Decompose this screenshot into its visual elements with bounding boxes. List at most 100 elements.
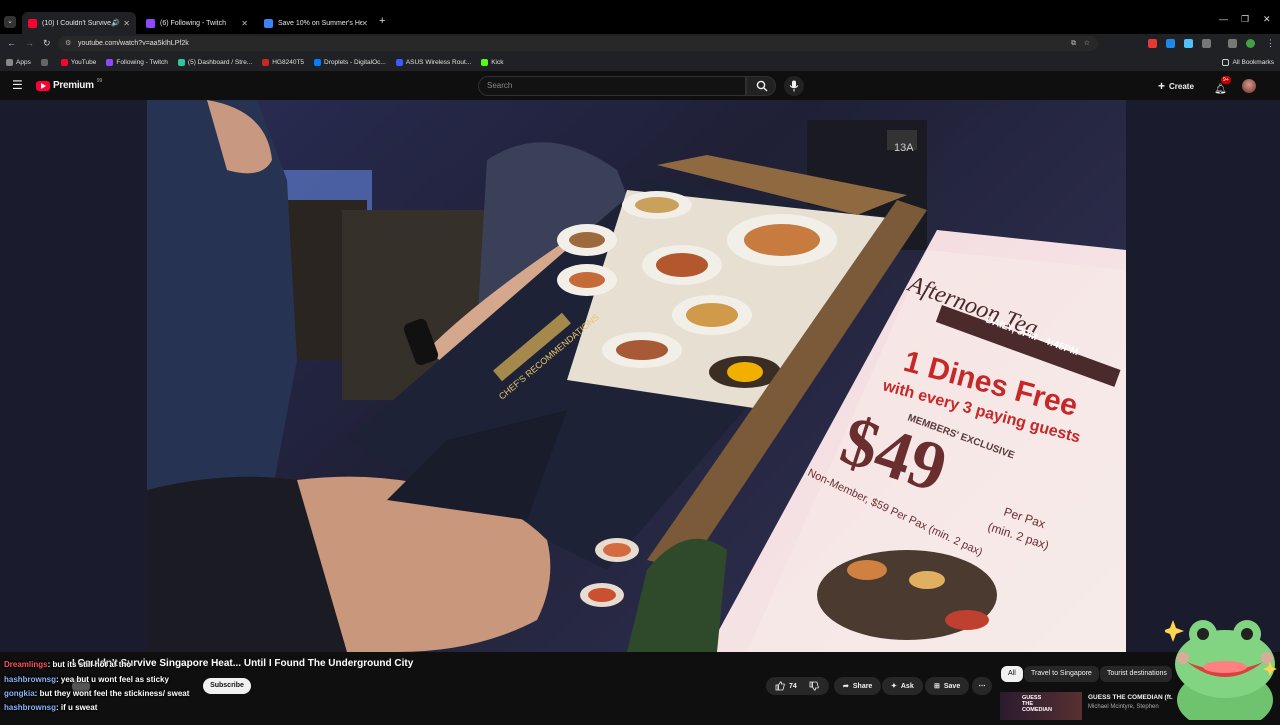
recommended-title: GUESS THE COMEDIAN (ft. — [1088, 694, 1173, 701]
bookmarks-bar: Apps YouTube Following - Twitch (5) Dash… — [0, 53, 1280, 71]
digitalocean-favicon-icon — [314, 58, 322, 66]
chat-text: if u sweat — [60, 703, 98, 712]
address-bar[interactable]: ⚙ youtube.com/watch?v=aa5kIhLPf2k ⧉ ☆ — [58, 36, 1098, 51]
browser-menu-icon[interactable]: ⋮ — [1266, 37, 1275, 49]
chat-message: hashbrownsg: if u sweat — [4, 703, 97, 712]
thumbs-up-icon — [775, 681, 785, 691]
forward-icon[interactable]: → — [25, 37, 34, 49]
bookmark-youtube[interactable]: YouTube — [60, 58, 97, 66]
search-icon — [756, 80, 768, 92]
extension-translate-icon[interactable] — [1166, 39, 1175, 48]
logo-text: Premium — [53, 80, 94, 91]
tab-title: (10) I Couldn't Survive Sing — [42, 19, 116, 27]
chat-message: Dreamlings: but its still hot af tho — [4, 660, 131, 669]
bookmark-droplets[interactable]: Droplets - DigitalOc... — [314, 58, 386, 66]
tab-twitch[interactable]: (6) Following - Twitch ✕ — [140, 13, 254, 34]
frog-mascot-overlay — [1162, 612, 1280, 725]
restore-icon[interactable]: ❐ — [1241, 14, 1249, 25]
recommended-video[interactable]: GUESS THE COMEDIAN GUESS THE COMEDIAN (f… — [1000, 692, 1180, 720]
close-tab-icon[interactable]: ✕ — [123, 19, 130, 28]
new-tab-button[interactable]: + — [379, 15, 385, 27]
logo-badge: 99 — [96, 77, 103, 84]
dislike-button[interactable] — [801, 677, 829, 695]
plus-icon: + — [1158, 79, 1166, 93]
youtube-play-icon — [36, 80, 50, 91]
more-actions-button[interactable]: ⋯ — [972, 677, 992, 695]
bookmark-apps[interactable]: Apps — [6, 58, 31, 66]
close-tab-icon[interactable]: ✕ — [361, 19, 368, 28]
bookmark-dashboard[interactable]: (5) Dashboard / Stre... — [177, 58, 252, 66]
reload-icon[interactable]: ↻ — [43, 37, 51, 49]
account-avatar[interactable] — [1242, 79, 1256, 93]
chip-tourist-destinations[interactable]: Tourist destinations — [1100, 666, 1172, 682]
chat-username: hashbrownsg — [4, 675, 57, 684]
tab-youtube[interactable]: (10) I Couldn't Survive Sing 🔊 ✕ — [22, 12, 136, 34]
bookmark-label: YouTube — [70, 58, 97, 66]
tab-search-button[interactable]: ⌄ — [4, 16, 16, 28]
video-scene: CHEF'S RECOMMENDATIONS Afternoon Tea DAI… — [147, 100, 1126, 652]
tab-title: (6) Following - Twitch — [160, 20, 227, 27]
subscribe-button[interactable]: Subscribe — [203, 678, 251, 694]
tab-title: Save 10% on Summer's Hearth — [278, 20, 362, 27]
save-icon: ⊞ — [934, 683, 940, 690]
bookmark-label: Following - Twitch — [116, 58, 168, 66]
huawei-favicon-icon — [262, 58, 270, 66]
extension-red-icon[interactable] — [1148, 39, 1157, 48]
minimize-icon[interactable]: — — [1219, 14, 1228, 24]
youtube-logo[interactable]: Premium 99 — [36, 77, 103, 91]
chat-text: but its still hot af tho — [52, 660, 132, 669]
install-icon[interactable]: ⧉ — [1071, 36, 1076, 51]
voice-search-button[interactable] — [784, 76, 804, 96]
share-button[interactable]: ➦ Share — [834, 677, 882, 695]
recommended-channel: Michael Mcintyre, Stephen — [1088, 704, 1159, 710]
tab-groups-icon[interactable] — [1228, 39, 1237, 48]
notifications-badge: 9+ — [1221, 76, 1231, 84]
ask-button[interactable]: ✦ Ask — [882, 677, 923, 695]
close-tab-icon[interactable]: ✕ — [241, 19, 248, 28]
create-button[interactable]: + Create — [1158, 78, 1194, 94]
chat-message: hashbrownsg: yea but u wont feel as stic… — [4, 675, 169, 684]
chip-all[interactable]: All — [1001, 666, 1023, 682]
video-frame[interactable]: CHEF'S RECOMMENDATIONS Afternoon Tea DAI… — [147, 100, 1126, 652]
recommended-thumbnail: GUESS THE COMEDIAN — [1000, 692, 1082, 720]
ask-label: Ask — [900, 682, 914, 690]
bookmark-label: ASUS Wireless Rout... — [405, 58, 472, 66]
bookmark-label: Droplets - DigitalOc... — [324, 58, 386, 66]
close-window-icon[interactable]: ✕ — [1263, 14, 1271, 25]
tab-store[interactable]: Save 10% on Summer's Hearth ✕ — [258, 13, 374, 34]
search-button[interactable] — [746, 76, 776, 96]
twitch-favicon-icon — [146, 19, 155, 28]
chat-text: but they wont feel the stickiness/ sweat — [39, 689, 190, 698]
hamburger-menu-icon[interactable]: ☰ — [12, 79, 23, 91]
bookmark-router[interactable]: HG8240T5 — [262, 58, 305, 66]
microphone-icon — [789, 80, 799, 92]
site-info-icon[interactable]: ⚙ — [65, 36, 71, 51]
all-bookmarks[interactable]: All Bookmarks — [1222, 58, 1274, 66]
youtube-favicon-icon — [28, 18, 37, 28]
bookmark-asus[interactable]: ASUS Wireless Rout... — [395, 58, 472, 66]
frog-emote-icon — [1162, 620, 1277, 725]
table-number-text: 13A — [894, 142, 914, 154]
chat-username: hashbrownsg — [4, 703, 57, 712]
save-button[interactable]: ⊞ Save — [925, 677, 970, 695]
bookmark-label: HG8240T5 — [272, 58, 305, 66]
bookmark-reading[interactable] — [40, 58, 51, 66]
chat-username: gongkia — [4, 689, 35, 698]
speaker-icon: 🔊 — [111, 20, 120, 27]
search-input[interactable]: Search — [478, 76, 746, 96]
bookmark-kick[interactable]: Kick — [481, 58, 503, 66]
notifications-button[interactable]: 🔔︎ 9+ — [1214, 76, 1231, 95]
chip-travel-singapore[interactable]: Travel to Singapore — [1024, 666, 1099, 682]
extensions-puzzle-icon[interactable] — [1202, 39, 1211, 48]
folder-icon — [1222, 58, 1230, 66]
search-placeholder: Search — [487, 81, 513, 90]
extension-audio-icon[interactable] — [1184, 39, 1193, 48]
bookmark-star-icon[interactable]: ☆ — [1084, 36, 1090, 51]
bookmark-twitch[interactable]: Following - Twitch — [106, 58, 168, 66]
thumbnail-text: GUESS THE COMEDIAN — [1022, 695, 1052, 713]
checkmark-favicon-icon — [264, 19, 273, 28]
grid-icon — [40, 58, 48, 66]
back-icon[interactable]: ← — [7, 37, 16, 49]
profile-avatar[interactable] — [1246, 39, 1255, 48]
bookmark-label: All Bookmarks — [1232, 58, 1274, 66]
